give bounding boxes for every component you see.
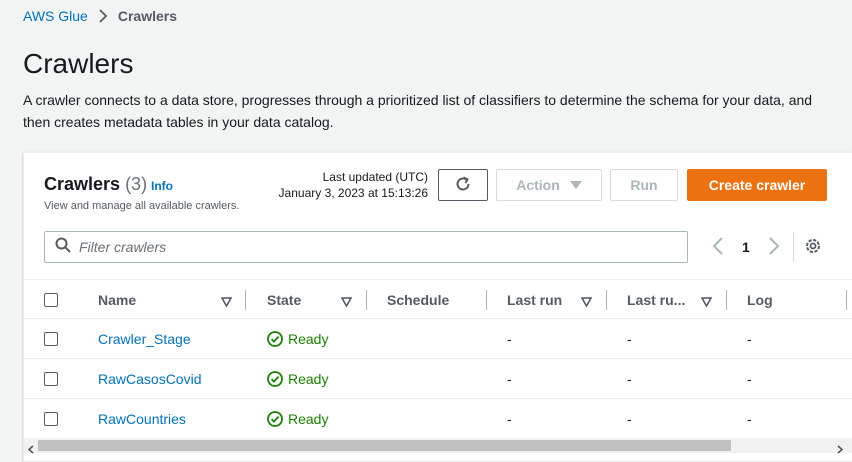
scroll-left-icon[interactable] [27, 441, 35, 459]
state-label: Ready [288, 331, 329, 347]
column-last-run[interactable]: Last run [507, 280, 562, 320]
column-separator [486, 290, 487, 310]
success-icon [267, 411, 283, 427]
chevron-right-icon[interactable] [768, 237, 780, 260]
sort-icon[interactable] [220, 294, 233, 312]
scroll-right-icon[interactable] [836, 441, 844, 459]
column-name[interactable]: Name [98, 280, 136, 320]
column-separator [245, 290, 246, 310]
last-updated: Last updated (UTC) January 3, 2023 at 15… [274, 169, 428, 201]
crawler-name-link[interactable]: RawCasosCovid [98, 359, 201, 399]
panel-title: Crawlers (3) [44, 174, 147, 195]
caret-down-icon [569, 181, 582, 189]
page-description: A crawler connects to a data store, prog… [23, 92, 813, 130]
last-run-cell: - [507, 371, 512, 387]
column-separator [606, 290, 607, 310]
chevron-right-icon [98, 9, 108, 23]
sort-icon[interactable] [580, 294, 593, 312]
last-updated-label: Last updated (UTC) [322, 170, 428, 184]
create-crawler-button[interactable]: Create crawler [687, 169, 827, 201]
breadcrumb-crawlers: Crawlers [117, 8, 177, 24]
page-number[interactable]: 1 [742, 239, 750, 255]
log-cell: - [747, 411, 752, 427]
horizontal-scrollbar[interactable] [24, 438, 852, 454]
filter-search-box[interactable] [44, 231, 688, 263]
row-checkbox[interactable] [44, 372, 58, 386]
row-checkbox[interactable] [44, 412, 58, 426]
log-cell: - [747, 331, 752, 347]
column-separator [726, 290, 727, 310]
action-label: Action [516, 177, 560, 193]
crawlers-panel: Crawlers (3) Info View and manage all av… [23, 152, 852, 462]
filter-crawlers-input[interactable] [79, 239, 659, 255]
info-link[interactable]: Info [151, 179, 173, 193]
breadcrumb-aws-glue[interactable]: AWS Glue [23, 8, 88, 24]
row-checkbox[interactable] [44, 332, 58, 346]
sort-icon[interactable] [340, 294, 353, 312]
panel-subtitle: View and manage all available crawlers. [44, 200, 240, 212]
crawler-name-link[interactable]: Crawler_Stage [98, 319, 191, 359]
refresh-icon [454, 175, 472, 196]
column-schedule[interactable]: Schedule [387, 280, 449, 320]
column-separator [366, 290, 367, 310]
breadcrumb: AWS Glue Crawlers [23, 8, 177, 24]
success-icon [267, 331, 283, 347]
column-last-run-status[interactable]: Last ru... [627, 280, 685, 320]
state-label: Ready [288, 411, 329, 427]
table-row[interactable]: Crawler_Stage Ready - - - [24, 319, 852, 359]
gear-icon[interactable] [804, 237, 822, 260]
chevron-left-icon[interactable] [712, 237, 724, 260]
pager-divider [793, 232, 794, 262]
table-row[interactable]: RawCasosCovid Ready - - - [24, 359, 852, 399]
table-row[interactable]: RawCountries Ready - - - [24, 399, 852, 439]
panel-title-text: Crawlers [44, 174, 121, 194]
crawler-name-link[interactable]: RawCountries [98, 399, 186, 439]
scrollbar-thumb[interactable] [38, 440, 731, 451]
column-state[interactable]: State [267, 280, 301, 320]
column-separator [846, 290, 847, 310]
table-header: Name State Schedule Last run Last ru... … [24, 279, 852, 319]
state-cell: Ready [267, 399, 328, 439]
log-cell: - [747, 371, 752, 387]
last-run-status-cell: - [627, 331, 632, 347]
search-icon [55, 237, 71, 258]
action-button[interactable]: Action [496, 169, 602, 201]
last-run-status-cell: - [627, 371, 632, 387]
state-cell: Ready [267, 319, 328, 359]
success-icon [267, 371, 283, 387]
column-log[interactable]: Log [747, 280, 773, 320]
refresh-button[interactable] [438, 169, 488, 201]
select-all-checkbox[interactable] [44, 293, 58, 307]
state-label: Ready [288, 371, 329, 387]
last-run-cell: - [507, 411, 512, 427]
last-updated-value: January 3, 2023 at 15:13:26 [278, 186, 428, 200]
run-button[interactable]: Run [610, 169, 678, 201]
last-run-status-cell: - [627, 411, 632, 427]
state-cell: Ready [267, 359, 328, 399]
crawler-count: (3) [125, 174, 148, 194]
page-title: Crawlers [23, 48, 134, 79]
last-run-cell: - [507, 331, 512, 347]
sort-icon[interactable] [700, 294, 713, 312]
